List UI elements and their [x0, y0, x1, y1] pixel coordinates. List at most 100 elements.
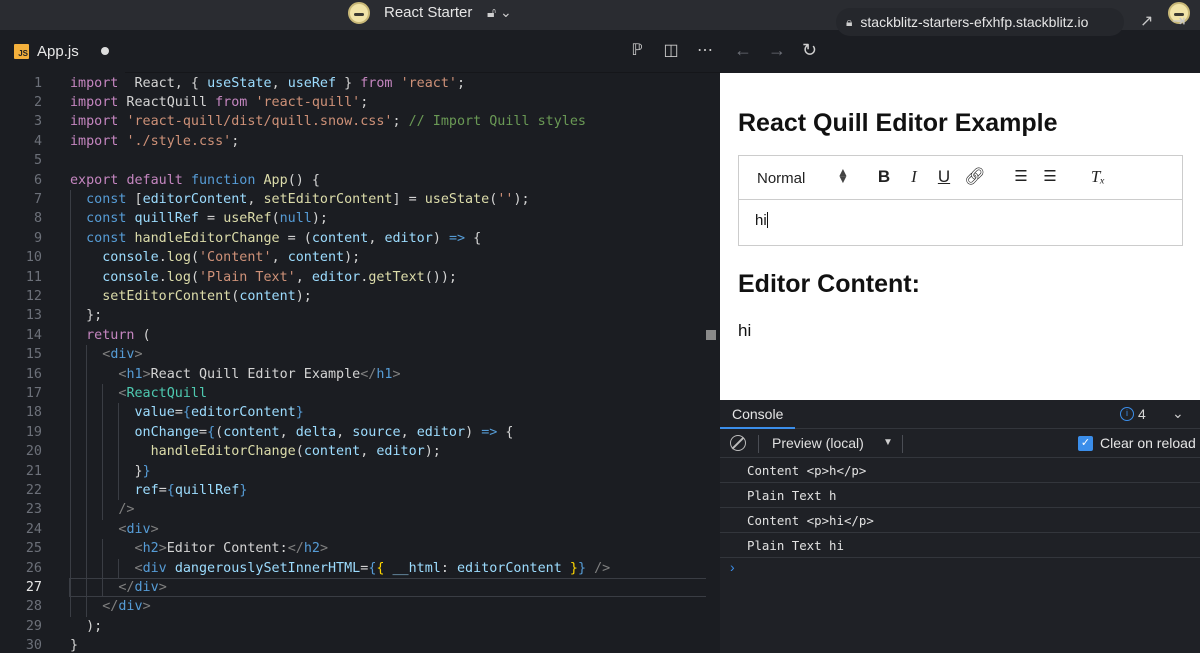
code-line[interactable]: 7 const [editorContent, setEditorContent…: [0, 190, 706, 209]
link-icon[interactable]: 🔗︎: [964, 167, 986, 187]
code-line[interactable]: 20 handleEditorChange(content, editor);: [0, 442, 706, 461]
italic-button[interactable]: I: [903, 167, 925, 187]
code-line[interactable]: 11 console.log('Plain Text', editor.getT…: [0, 268, 706, 287]
reload-icon[interactable]: ↻: [802, 40, 817, 61]
url-bar[interactable]: 🔒︎ stackblitz-starters-efxhfp.stackblitz…: [836, 8, 1124, 36]
code-line[interactable]: 23 />: [0, 500, 706, 519]
code-text: );: [70, 618, 103, 634]
select-arrows-icon[interactable]: ▲ ▼: [837, 166, 849, 185]
ordered-list-icon[interactable]: ☰: [1010, 167, 1032, 185]
code-text: const quillRef = useRef(null);: [86, 211, 328, 227]
text-caret: [766, 212, 768, 228]
window-title: React Starter: [384, 4, 473, 21]
line-number: 17: [25, 385, 42, 401]
collapse-panel-icon[interactable]: ⇥: [1172, 11, 1185, 31]
line-number: 20: [25, 444, 42, 460]
forward-arrow-icon[interactable]: →: [768, 40, 786, 61]
code-line[interactable]: 15 <div>: [0, 345, 706, 364]
code-text: console.log('Content', content);: [102, 250, 361, 266]
bullet-list-icon[interactable]: ☰: [1039, 167, 1061, 185]
code-line[interactable]: 25 <h2>Editor Content:</h2>: [0, 539, 706, 558]
code-line[interactable]: 6 export default function App() {: [0, 171, 706, 190]
line-number: 14: [25, 327, 42, 343]
clear-format-icon[interactable]: Tₓ: [1087, 167, 1109, 187]
code-line[interactable]: 4 import './style.css';: [0, 132, 706, 151]
code-line[interactable]: 12 setEditorContent(content);: [0, 287, 706, 306]
code-line[interactable]: 9 const handleEditorChange = (content, e…: [0, 229, 706, 248]
clear-on-reload-checkbox[interactable]: ✓: [1078, 436, 1093, 451]
back-arrow-icon[interactable]: ←: [734, 40, 752, 61]
line-number: 11: [25, 269, 42, 285]
code-line[interactable]: 10 console.log('Content', content);: [0, 248, 706, 267]
console-panel: Console i 4 ⌄ Preview (local) ▼ ✓ Clear …: [720, 400, 1200, 653]
quill-text-area[interactable]: hi: [755, 212, 768, 229]
code-text: import React, { useState, useRef } from …: [70, 75, 466, 91]
console-toolbar: Preview (local) ▼ ✓ Clear on reload: [720, 429, 1200, 458]
divider: [758, 435, 759, 453]
split-editor-icon[interactable]: ◫: [662, 40, 680, 60]
prettier-icon[interactable]: ℙ: [628, 40, 646, 60]
code-line[interactable]: 22 ref={quillRef}: [0, 481, 706, 500]
line-number: 27: [25, 579, 42, 595]
code-line[interactable]: 1 import React, { useState, useRef } from…: [0, 74, 706, 93]
clear-console-icon[interactable]: [730, 435, 746, 451]
code-line[interactable]: 24 <div>: [0, 520, 706, 539]
underline-button[interactable]: U: [933, 167, 955, 187]
code-text: <h1>React Quill Editor Example</h1>: [118, 366, 401, 382]
code-line[interactable]: 16 <h1>React Quill Editor Example</h1>: [0, 365, 706, 384]
pane-divider[interactable]: [706, 73, 720, 653]
code-line[interactable]: 30}: [0, 636, 706, 653]
console-prompt-icon[interactable]: ›: [730, 559, 735, 575]
tab-label: App.js: [37, 43, 79, 60]
format-select[interactable]: Normal: [757, 170, 805, 187]
code-text: export default function App() {: [70, 172, 320, 188]
code-line[interactable]: 21 }}: [0, 462, 706, 481]
code-line[interactable]: 19 onChange={(content, delta, source, ed…: [0, 423, 706, 442]
code-line[interactable]: 2 import ReactQuill from 'react-quill';: [0, 93, 706, 112]
code-line[interactable]: 26 <div dangerouslySetInnerHTML={{ __htm…: [0, 559, 706, 578]
code-line[interactable]: 17 <ReactQuill: [0, 384, 706, 403]
code-line[interactable]: 3 import 'react-quill/dist/quill.snow.css…: [0, 112, 706, 131]
code-line[interactable]: 8 const quillRef = useRef(null);: [0, 209, 706, 228]
line-number: 30: [25, 638, 42, 653]
line-number: 8: [33, 211, 42, 227]
code-line[interactable]: 28 </div>: [0, 597, 706, 616]
open-in-new-window-icon[interactable]: ↗: [1140, 11, 1153, 31]
tab-console[interactable]: Console: [720, 400, 796, 429]
line-number: 3: [33, 114, 42, 130]
message-count-badge[interactable]: i 4: [1120, 406, 1146, 422]
log-entry: Content <p>h</p>: [720, 458, 1200, 483]
lock-dropdown-icon[interactable]: 🔓︎ ⌄: [487, 4, 512, 21]
line-number: 28: [25, 599, 42, 615]
drag-handle-icon[interactable]: [706, 330, 716, 340]
dropdown-arrow-icon[interactable]: ▼: [883, 437, 893, 448]
quill-text: hi: [755, 212, 767, 229]
code-editor[interactable]: 1 import React, { useState, useRef } from…: [0, 73, 720, 653]
code-text: import './style.css';: [70, 133, 240, 149]
code-line[interactable]: 27 </div>: [0, 578, 706, 597]
line-number: 25: [25, 541, 42, 557]
line-number: 29: [25, 618, 42, 634]
code-line[interactable]: 5: [0, 151, 706, 170]
code-line[interactable]: 13 };: [0, 306, 706, 325]
code-text: };: [70, 308, 103, 324]
bold-button[interactable]: B: [873, 167, 895, 187]
code-text: <ReactQuill: [118, 385, 208, 401]
code-text: console.log('Plain Text', editor.getText…: [102, 269, 457, 285]
quill-toolbar: Normal ▲ ▼ B I U 🔗︎ ☰ ☰ Tₓ: [739, 156, 1182, 200]
code-text: }: [70, 638, 79, 653]
context-select[interactable]: Preview (local): [772, 435, 864, 451]
more-actions-icon[interactable]: ⋯: [696, 40, 714, 60]
editor-content-heading: Editor Content:: [738, 270, 920, 298]
indent-guide: [102, 383, 104, 520]
code-text: import ReactQuill from 'react-quill';: [70, 94, 369, 110]
code-line[interactable]: 29 );: [0, 617, 706, 636]
log-entry: Content <p>hi</p>: [720, 508, 1200, 533]
unsaved-dot-icon[interactable]: [101, 47, 109, 55]
line-number: 26: [25, 560, 42, 576]
chevron-down-icon[interactable]: ⌄: [1172, 405, 1184, 422]
indent-guide: [102, 539, 104, 598]
code-line[interactable]: 18 value={editorContent}: [0, 403, 706, 422]
code-line[interactable]: 14 return (: [0, 326, 706, 345]
code-text: ref={quillRef}: [134, 482, 248, 498]
